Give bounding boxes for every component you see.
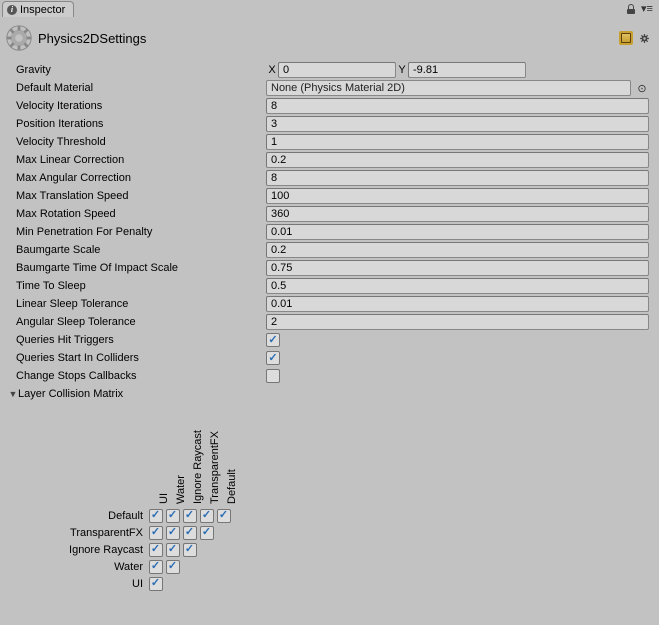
field-input-2[interactable]	[266, 134, 649, 150]
matrix-checkbox[interactable]	[149, 560, 163, 574]
field-input-0[interactable]	[266, 98, 649, 114]
matrix-col-header: UI	[158, 409, 170, 504]
field-input-5[interactable]	[266, 188, 649, 204]
checkbox-1[interactable]	[266, 351, 280, 365]
field-label: Max Translation Speed	[8, 190, 266, 202]
field-label: Velocity Threshold	[8, 136, 266, 148]
matrix-checkbox[interactable]	[217, 509, 231, 523]
field-label: Max Linear Correction	[8, 154, 266, 166]
matrix-col-header: Ignore Raycast	[192, 409, 204, 504]
matrix-col-header: TransparentFX	[209, 409, 221, 504]
matrix-checkbox[interactable]	[183, 526, 197, 540]
field-input-4[interactable]	[266, 170, 649, 186]
layer-collision-label: Layer Collision Matrix	[18, 388, 123, 400]
matrix-checkbox[interactable]	[183, 543, 197, 557]
field-input-3[interactable]	[266, 152, 649, 168]
matrix-checkbox[interactable]	[149, 577, 163, 591]
help-icon[interactable]	[619, 31, 633, 45]
info-icon: i	[7, 5, 17, 15]
field-input-10[interactable]	[266, 278, 649, 294]
field-input-8[interactable]	[266, 242, 649, 258]
gear-icon[interactable]	[637, 31, 651, 45]
matrix-row-label: Water	[8, 561, 147, 573]
field-label: Linear Sleep Tolerance	[8, 298, 266, 310]
matrix-checkbox[interactable]	[200, 509, 214, 523]
field-label: Time To Sleep	[8, 280, 266, 292]
matrix-row-label: Ignore Raycast	[8, 544, 147, 556]
matrix-checkbox[interactable]	[166, 526, 180, 540]
matrix-checkbox[interactable]	[166, 543, 180, 557]
tab-label: Inspector	[20, 4, 65, 16]
field-input-6[interactable]	[266, 206, 649, 222]
matrix-checkbox[interactable]	[183, 509, 197, 523]
field-label: Min Penetration For Penalty	[8, 226, 266, 238]
gravity-y-label: Y	[396, 64, 408, 76]
object-picker-icon[interactable]: ⊙	[635, 82, 649, 95]
lock-icon[interactable]	[627, 4, 635, 14]
check-label: Queries Start In Colliders	[8, 352, 266, 364]
field-label: Velocity Iterations	[8, 100, 266, 112]
matrix-row-label: UI	[8, 578, 147, 590]
inspector-tab[interactable]: i Inspector	[2, 1, 74, 17]
matrix-checkbox[interactable]	[149, 509, 163, 523]
field-input-1[interactable]	[266, 116, 649, 132]
field-input-9[interactable]	[266, 260, 649, 276]
checkbox-2[interactable]	[266, 369, 280, 383]
matrix-col-header: Default	[226, 409, 238, 504]
field-label: Angular Sleep Tolerance	[8, 316, 266, 328]
field-label: Baumgarte Scale	[8, 244, 266, 256]
field-input-12[interactable]	[266, 314, 649, 330]
field-input-7[interactable]	[266, 224, 649, 240]
field-label: Max Angular Correction	[8, 172, 266, 184]
matrix-col-header: Water	[175, 409, 187, 504]
matrix-checkbox[interactable]	[166, 560, 180, 574]
matrix-row-label: TransparentFX	[8, 527, 147, 539]
matrix-row-label: Default	[8, 510, 147, 522]
checkbox-0[interactable]	[266, 333, 280, 347]
matrix-checkbox[interactable]	[149, 526, 163, 540]
gravity-x-label: X	[266, 64, 278, 76]
matrix-checkbox[interactable]	[166, 509, 180, 523]
gravity-x-input[interactable]	[278, 62, 396, 78]
field-label: Position Iterations	[8, 118, 266, 130]
field-label: Max Rotation Speed	[8, 208, 266, 220]
matrix-checkbox[interactable]	[200, 526, 214, 540]
layer-collision-foldout[interactable]: ▼ Layer Collision Matrix	[8, 385, 655, 403]
check-label: Queries Hit Triggers	[8, 334, 266, 346]
settings-asset-icon	[4, 23, 34, 53]
default-material-field[interactable]: None (Physics Material 2D)	[266, 80, 631, 96]
page-title: Physics2DSettings	[38, 31, 619, 46]
matrix-checkbox[interactable]	[149, 543, 163, 557]
field-input-11[interactable]	[266, 296, 649, 312]
default-material-label: Default Material	[8, 82, 266, 94]
check-label: Change Stops Callbacks	[8, 370, 266, 382]
panel-menu-icon[interactable]: ▾≡	[639, 2, 651, 15]
gravity-y-input[interactable]	[408, 62, 526, 78]
gravity-label: Gravity	[8, 64, 266, 76]
field-label: Baumgarte Time Of Impact Scale	[8, 262, 266, 274]
foldout-arrow-icon: ▼	[8, 389, 18, 399]
